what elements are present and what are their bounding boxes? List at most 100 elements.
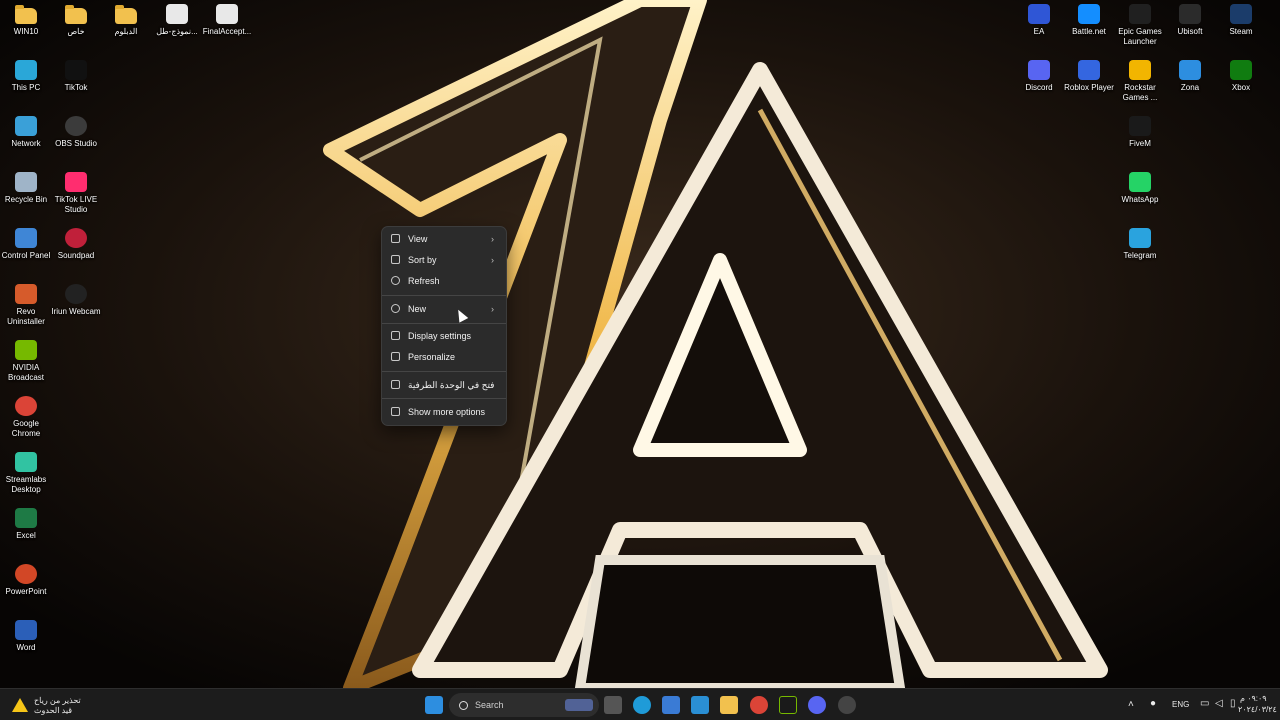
menu-item-show-more-options[interactable]: Show more options bbox=[386, 402, 502, 422]
desktop-icon-label: OBS Studio bbox=[55, 139, 97, 148]
desktop-icon-label: This PC bbox=[11, 83, 41, 92]
desktop-icon-right-5[interactable]: Discord bbox=[1013, 60, 1065, 93]
taskbar-search[interactable]: Search bbox=[449, 693, 599, 717]
menu-item-new[interactable]: New › bbox=[386, 299, 502, 319]
desktop-icon-left-16[interactable]: Google Chrome bbox=[0, 396, 52, 439]
desktop-icon-left-1[interactable]: خاص bbox=[50, 4, 102, 37]
clock-date[interactable]: ٢٠٢٤/٠٣/٢٤ bbox=[1238, 705, 1277, 714]
edge-icon[interactable] bbox=[633, 696, 651, 714]
desktop-icon-left-20[interactable]: Word bbox=[0, 620, 52, 653]
desktop-icon-right-10[interactable]: FiveM bbox=[1114, 116, 1166, 149]
desktop-icon-left-7[interactable]: Network bbox=[0, 116, 52, 149]
menu-item-view-label: View bbox=[408, 234, 428, 244]
menu-item-personalize[interactable]: Personalize bbox=[386, 347, 502, 367]
desktop-icon-left-3[interactable]: نموذج-طل... bbox=[151, 4, 203, 37]
store-icon[interactable] bbox=[662, 696, 680, 714]
desktop-icon-left-14[interactable]: Iriun Webcam bbox=[50, 284, 102, 317]
desktop-icon-label: Excel bbox=[16, 531, 36, 540]
start-button[interactable] bbox=[425, 696, 443, 714]
desktop-icon-right-7[interactable]: Rockstar Games ... bbox=[1114, 60, 1166, 103]
desktop-icon-label: Battle.net bbox=[1072, 27, 1106, 36]
desktop-icon-label: Streamlabs Desktop bbox=[5, 475, 47, 494]
desktop-icon-right-3[interactable]: Ubisoft bbox=[1164, 4, 1216, 37]
desktop-icon-left-4[interactable]: FinalAccept... bbox=[201, 4, 253, 37]
microphone-icon[interactable]: ● bbox=[1150, 698, 1156, 709]
battery-icon[interactable]: ▯ bbox=[1230, 698, 1236, 709]
desktop-icon-left-9[interactable]: Recycle Bin bbox=[0, 172, 52, 205]
desktop-icon-right-11[interactable]: WhatsApp bbox=[1114, 172, 1166, 205]
desktop-icon-right-1[interactable]: Battle.net bbox=[1063, 4, 1115, 37]
desktop-icon-left-19[interactable]: PowerPoint bbox=[0, 564, 52, 597]
desktop-icon-left-12[interactable]: Soundpad bbox=[50, 228, 102, 261]
new-plus-icon bbox=[391, 304, 400, 313]
menu-item-display-settings-label: Display settings bbox=[408, 331, 472, 341]
menu-item-display-settings[interactable]: Display settings bbox=[386, 326, 502, 346]
volume-icon[interactable]: ◁ bbox=[1215, 698, 1223, 709]
fivem-icon bbox=[1129, 116, 1151, 136]
desktop-icon-right-8[interactable]: Zona bbox=[1164, 60, 1216, 93]
desktop-icon-right-0[interactable]: EA bbox=[1013, 4, 1065, 37]
rockstar-icon bbox=[1129, 60, 1151, 80]
app-a-icon[interactable] bbox=[779, 696, 797, 714]
monitor-icon bbox=[15, 60, 37, 80]
desktop-icon-label: Discord bbox=[1025, 83, 1053, 92]
menu-item-sort-by[interactable]: Sort by › bbox=[386, 250, 502, 270]
chrome-doc-icon bbox=[216, 4, 238, 24]
menu-item-refresh[interactable]: Refresh bbox=[386, 271, 502, 291]
discord-icon[interactable] bbox=[808, 696, 826, 714]
desktop-icon-left-5[interactable]: This PC bbox=[0, 60, 52, 93]
sort-icon bbox=[391, 255, 400, 264]
desktop-icon-left-18[interactable]: Excel bbox=[0, 508, 52, 541]
desktop-icon-left-8[interactable]: OBS Studio bbox=[50, 116, 102, 149]
desktop-icon-label: FinalAccept... bbox=[202, 27, 252, 36]
powerpoint-icon bbox=[15, 564, 37, 584]
desktop-icon-label: Xbox bbox=[1231, 83, 1251, 92]
desktop-icon-right-12[interactable]: Telegram bbox=[1114, 228, 1166, 261]
desktop-icon-label: Rockstar Games ... bbox=[1122, 83, 1158, 102]
desktop-icon-left-0[interactable]: WIN10 bbox=[0, 4, 52, 37]
menu-separator bbox=[382, 323, 506, 324]
search-placeholder: Search bbox=[475, 700, 504, 710]
menu-item-open-in-terminal[interactable]: فتح في الوحدة الطرفية bbox=[386, 375, 502, 395]
app-icon[interactable] bbox=[838, 696, 856, 714]
desktop-icon-left-13[interactable]: Revo Uninstaller bbox=[0, 284, 52, 327]
desktop-icon-label: Recycle Bin bbox=[4, 195, 48, 204]
desktop-icon-left-15[interactable]: NVIDIA Broadcast bbox=[0, 340, 52, 383]
desktop-icon-right-2[interactable]: Epic Games Launcher bbox=[1114, 4, 1166, 47]
desktop-icon-left-2[interactable]: الدبلوم bbox=[100, 4, 152, 37]
desktop-icon-right-9[interactable]: Xbox bbox=[1215, 60, 1267, 93]
desktop-icon-right-6[interactable]: Roblox Player bbox=[1063, 60, 1115, 93]
ubisoft-icon bbox=[1179, 4, 1201, 24]
menu-separator bbox=[382, 398, 506, 399]
menu-separator bbox=[382, 371, 506, 372]
desktop-icon-label: TikTok LIVE Studio bbox=[54, 195, 98, 214]
clock-time[interactable]: ٠٩:٠٩ م bbox=[1240, 694, 1267, 703]
search-highlight-icon bbox=[565, 699, 593, 711]
chevron-up-icon[interactable]: ˄ bbox=[1128, 699, 1134, 710]
ea-icon bbox=[1028, 4, 1050, 24]
menu-item-personalize-label: Personalize bbox=[408, 352, 456, 362]
desktop-icon-left-17[interactable]: Streamlabs Desktop bbox=[0, 452, 52, 495]
desktop-icon-left-11[interactable]: Control Panel bbox=[0, 228, 52, 261]
task-view-icon[interactable] bbox=[604, 696, 622, 714]
weather-widget[interactable]: تحذير من رياح قيد الحدوث bbox=[10, 693, 90, 717]
desktop-icon-left-10[interactable]: TikTok LIVE Studio bbox=[50, 172, 102, 215]
desktop-icon-label: Roblox Player bbox=[1064, 83, 1114, 92]
language-indicator[interactable]: ENG bbox=[1172, 700, 1189, 709]
epic-games-icon bbox=[1129, 4, 1151, 24]
desktop-icon-label: Steam bbox=[1229, 27, 1253, 36]
menu-item-view[interactable]: View › bbox=[386, 229, 502, 249]
discord-icon bbox=[1028, 60, 1050, 80]
menu-item-show-more-options-label: Show more options bbox=[408, 407, 486, 417]
desktop-icon-label: الدبلوم bbox=[114, 27, 138, 36]
search-icon bbox=[459, 701, 468, 710]
chrome-icon[interactable] bbox=[750, 696, 768, 714]
photos-icon[interactable] bbox=[691, 696, 709, 714]
file-explorer-icon[interactable] bbox=[720, 696, 738, 714]
desktop-icon-left-6[interactable]: TikTok bbox=[50, 60, 102, 93]
chevron-right-icon: › bbox=[491, 234, 494, 244]
desktop-icon-label: Epic Games Launcher bbox=[1118, 27, 1162, 46]
network-icon[interactable]: ▭ bbox=[1200, 698, 1209, 709]
weather-subtitle: قيد الحدوث bbox=[34, 706, 73, 715]
desktop-icon-right-4[interactable]: Steam bbox=[1215, 4, 1267, 37]
